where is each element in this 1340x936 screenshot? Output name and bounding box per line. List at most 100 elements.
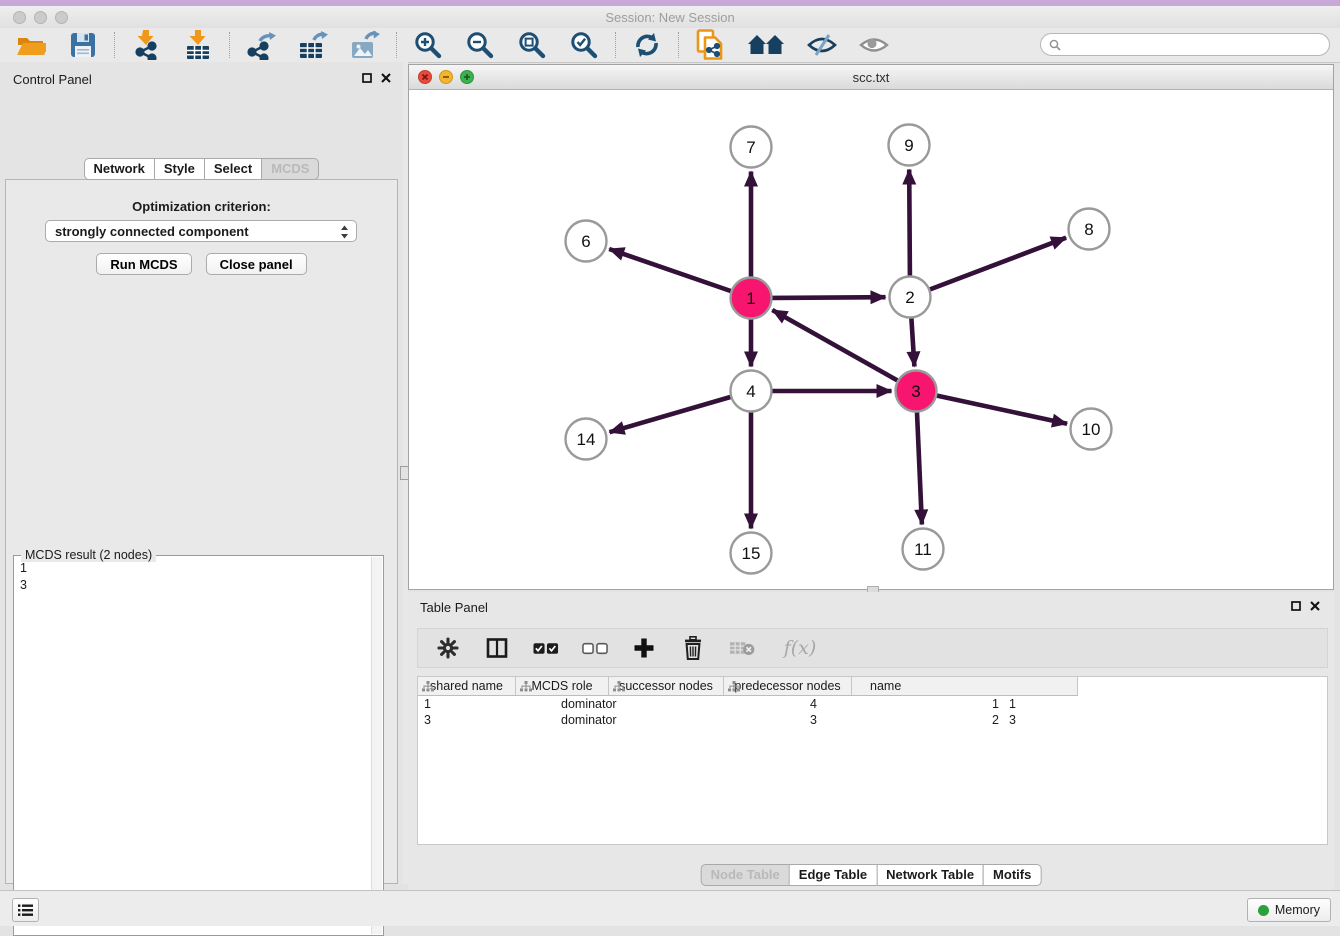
optimization-criterion-label: Optimization criterion: [6, 199, 397, 214]
graph-node-1[interactable]: 1 [731, 278, 772, 319]
float-table-panel-icon[interactable] [1291, 601, 1301, 611]
home-button[interactable] [746, 30, 786, 60]
network-window-title: scc.txt [409, 70, 1333, 85]
search-input[interactable] [1066, 38, 1321, 52]
close-table-panel-icon[interactable] [1310, 601, 1320, 611]
app-titlebar: Session: New Session [0, 6, 1340, 28]
edge-1-6[interactable] [609, 249, 731, 291]
zoom-out-button[interactable] [464, 30, 496, 60]
graph-node-11[interactable]: 11 [903, 529, 944, 570]
tab-network-table[interactable]: Network Table [876, 864, 984, 886]
select-all-button[interactable] [533, 634, 559, 662]
plus-icon [633, 637, 655, 659]
home-icon [747, 34, 785, 56]
import-network-button[interactable] [130, 30, 162, 60]
mcds-result-box: MCDS result (2 nodes) 1 3 [13, 555, 384, 936]
function-builder-button[interactable]: f(x) [778, 634, 822, 662]
hide-button[interactable] [806, 30, 838, 60]
memory-button[interactable]: Memory [1247, 898, 1331, 922]
task-history-button[interactable] [12, 898, 39, 922]
node-table: shared nameMCDS rolesuccessor nodesprede… [417, 676, 1328, 845]
column-header-MCDS-role[interactable]: MCDS role [516, 677, 609, 696]
svg-text:7: 7 [746, 138, 755, 157]
export-image-button[interactable] [349, 30, 381, 60]
graph-node-15[interactable]: 15 [731, 533, 772, 574]
table-row[interactable]: 3dominator323 [418, 712, 1327, 728]
tab-node-table[interactable]: Node Table [701, 864, 790, 886]
zoom-fit-button[interactable] [516, 30, 548, 60]
delete-column-button[interactable] [680, 634, 706, 662]
edge-1-2[interactable] [773, 297, 886, 298]
close-panel-icon[interactable] [381, 73, 391, 83]
edge-2-9[interactable] [909, 170, 910, 276]
graph-node-9[interactable]: 9 [889, 125, 930, 166]
network-window-titlebar[interactable]: scc.txt [409, 65, 1333, 90]
cell: 4 [656, 696, 821, 712]
save-session-button[interactable] [67, 30, 99, 60]
edge-2-3[interactable] [911, 319, 914, 367]
graph-node-7[interactable]: 7 [731, 127, 772, 168]
unchecked-boxes-icon [582, 642, 608, 655]
graph-node-6[interactable]: 6 [566, 221, 607, 262]
add-column-button[interactable] [631, 634, 657, 662]
deselect-all-button[interactable] [582, 634, 608, 662]
clone-network-button[interactable] [694, 30, 726, 60]
checked-boxes-icon [533, 642, 559, 655]
search-field[interactable] [1040, 33, 1330, 56]
mcds-panel: Optimization criterion: strongly connect… [5, 179, 398, 884]
svg-text:3: 3 [911, 382, 920, 401]
tab-style[interactable]: Style [154, 158, 205, 180]
toggle-columns-button[interactable] [484, 634, 510, 662]
graph-node-14[interactable]: 14 [566, 419, 607, 460]
import-table-button[interactable] [182, 30, 214, 60]
svg-text:4: 4 [746, 382, 755, 401]
cell: 1 [418, 696, 516, 712]
column-header-successor-nodes[interactable]: successor nodes [609, 677, 724, 696]
edge-3-11[interactable] [917, 413, 922, 525]
tab-select[interactable]: Select [204, 158, 262, 180]
search-icon [1049, 39, 1061, 51]
edge-2-8[interactable] [930, 238, 1066, 290]
close-panel-button[interactable]: Close panel [206, 253, 307, 275]
graph-node-4[interactable]: 4 [731, 371, 772, 412]
status-bar: Memory [0, 890, 1340, 926]
tab-edge-table[interactable]: Edge Table [789, 864, 877, 886]
table-settings-button[interactable] [435, 634, 461, 662]
float-panel-icon[interactable] [362, 73, 372, 83]
delete-table-button[interactable] [729, 634, 755, 662]
tab-network[interactable]: Network [84, 158, 155, 180]
edge-3-10[interactable] [937, 396, 1067, 424]
run-mcds-button[interactable]: Run MCDS [96, 253, 191, 275]
tab-mcds[interactable]: MCDS [261, 158, 319, 180]
export-network-button[interactable] [245, 30, 277, 60]
open-folder-icon [16, 32, 46, 58]
graph-node-8[interactable]: 8 [1069, 209, 1110, 250]
graph-node-10[interactable]: 10 [1071, 409, 1112, 450]
column-header-predecessor-nodes[interactable]: predecessor nodes [724, 677, 852, 696]
column-header-shared-name[interactable]: shared name [418, 677, 516, 696]
network-graph[interactable]: 7 9 6 8 1 2 4 3 14 10 15 11 [409, 90, 1333, 589]
show-button[interactable] [858, 30, 890, 60]
tab-motifs[interactable]: Motifs [983, 864, 1041, 886]
table-row[interactable]: 1dominator411 [418, 696, 1327, 712]
memory-label: Memory [1275, 903, 1320, 917]
result-scrollbar[interactable] [371, 557, 382, 934]
zoom-selected-button[interactable] [568, 30, 600, 60]
table-toolbar: f(x) [417, 628, 1328, 668]
edge-4-14[interactable] [610, 397, 731, 432]
graph-node-2[interactable]: 2 [890, 277, 931, 318]
fx-icon: f(x) [784, 637, 817, 659]
svg-text:1: 1 [746, 289, 755, 308]
edge-3-1[interactable] [772, 310, 897, 380]
graph-node-3[interactable]: 3 [896, 371, 937, 412]
mcds-result-text: 1 3 [14, 557, 371, 934]
criterion-select[interactable]: strongly connected component [45, 220, 357, 242]
refresh-layout-button[interactable] [631, 30, 663, 60]
zoom-out-icon [466, 31, 494, 59]
table-panel: Table Panel [408, 592, 1334, 890]
open-file-button[interactable] [15, 30, 47, 60]
export-table-button[interactable] [297, 30, 329, 60]
cell: 3 [418, 712, 516, 728]
zoom-in-button[interactable] [412, 30, 444, 60]
column-header-name[interactable]: name [852, 677, 1078, 696]
